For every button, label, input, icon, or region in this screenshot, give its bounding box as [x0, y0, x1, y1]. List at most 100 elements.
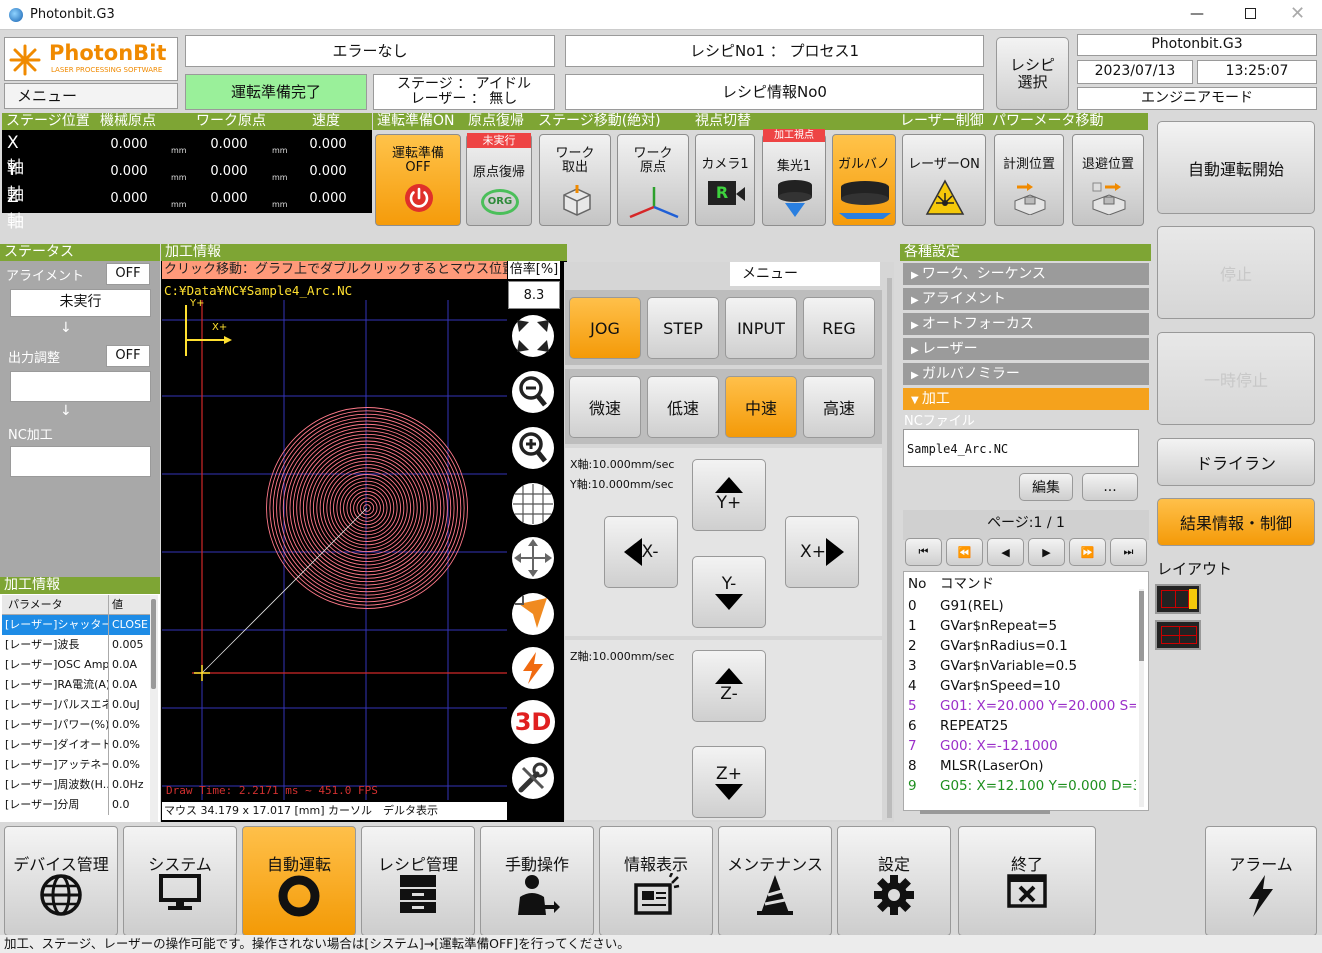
- maintenance-button[interactable]: メンテナンス: [718, 826, 832, 936]
- pointer-tool[interactable]: [509, 588, 557, 640]
- system-button[interactable]: システム: [123, 826, 237, 936]
- settings-button[interactable]: 設定: [837, 826, 951, 936]
- jog-z-minus-button[interactable]: Z-: [692, 650, 766, 722]
- table-row[interactable]: [レーザー]アッテネー(%)0.0%: [2, 755, 150, 775]
- dry-run-button[interactable]: ドライラン: [1157, 438, 1315, 486]
- zoom-input[interactable]: 8.3: [508, 281, 560, 309]
- 3d-view-tool[interactable]: 3D: [509, 696, 557, 748]
- laser-on-button[interactable]: レーザーON: [902, 134, 986, 226]
- ready-off-button[interactable]: 運転準備 OFF: [375, 134, 461, 226]
- table-row[interactable]: [レーザー]波長 0.005: [2, 635, 150, 655]
- table-row[interactable]: [レーザー]RA電流(A) 0.0A: [2, 675, 150, 695]
- jog-speed-button-1[interactable]: 低速: [647, 376, 719, 438]
- alignment-toggle[interactable]: OFF: [106, 263, 150, 285]
- zoom-in-tool[interactable]: [509, 422, 557, 474]
- table-row[interactable]: [レーザー]パワー(%) 0.0%: [2, 715, 150, 735]
- next-icon[interactable]: ▶: [1028, 538, 1065, 566]
- pan-tool[interactable]: [509, 532, 557, 584]
- edit-button[interactable]: 編集: [1019, 473, 1073, 501]
- auto-run-button[interactable]: 自動運転: [242, 826, 356, 936]
- table-row[interactable]: [レーザー]OSC Amp 0.0A: [2, 655, 150, 675]
- settings-item-2[interactable]: ▶ オートフォーカス: [903, 313, 1149, 335]
- next-fast-icon[interactable]: ⏩: [1069, 538, 1106, 566]
- flash-tool[interactable]: [509, 642, 557, 694]
- grid-tool[interactable]: [509, 478, 557, 530]
- jog-x-minus-button[interactable]: X-: [604, 516, 678, 588]
- jog-mode-input-button[interactable]: INPUT: [725, 297, 797, 359]
- exit-button[interactable]: 終了: [958, 826, 1096, 936]
- prev-fast-icon[interactable]: ⏪: [946, 538, 983, 566]
- focus-button[interactable]: 加工視点 集光1: [762, 129, 826, 226]
- jog-menu[interactable]: メニュー: [730, 262, 880, 286]
- toolpath-canvas[interactable]: X+ Y+: [162, 280, 507, 800]
- prev-icon[interactable]: ◀: [987, 538, 1024, 566]
- jog-speed-button-3[interactable]: 高速: [803, 376, 875, 438]
- list-item[interactable]: 0 G91(REL): [904, 596, 1136, 616]
- settings-item-4[interactable]: ▶ ガルバノミラー: [903, 363, 1149, 385]
- command-hscrollbar[interactable]: [920, 810, 1050, 814]
- list-item[interactable]: 9 G05: X=12.100 Y=0.000 D=36: [904, 776, 1136, 796]
- last-page-icon[interactable]: ⏭: [1110, 538, 1147, 566]
- jog-speed-button-0[interactable]: 微速: [569, 376, 641, 438]
- maximize-icon[interactable]: [1245, 8, 1256, 19]
- first-page-icon[interactable]: ⏮: [905, 538, 942, 566]
- list-item[interactable]: 7 G00: X=-12.1000: [904, 736, 1136, 756]
- galvo-button[interactable]: ガルバノ: [832, 134, 896, 226]
- list-item[interactable]: 3 GVar$nVariable=0.5: [904, 656, 1136, 676]
- table-row[interactable]: [レーザー]パルスエネル...0.0uJ: [2, 695, 150, 715]
- jog-mode-step-button[interactable]: STEP: [647, 297, 719, 359]
- table-row[interactable]: [レーザー]分周 0.0: [2, 795, 150, 815]
- jog-mode-jog-button[interactable]: JOG: [569, 297, 641, 359]
- jog-z-plus-button[interactable]: Z+: [692, 746, 766, 818]
- fit-expand-tool[interactable]: [509, 310, 557, 362]
- table-row[interactable]: [レーザー]シャッター CLOSE: [2, 615, 150, 635]
- result-control-button[interactable]: 結果情報・制御: [1157, 498, 1315, 546]
- minimize-icon[interactable]: —: [1190, 6, 1204, 22]
- nc-file-field[interactable]: Sample4_Arc.NC: [903, 429, 1139, 467]
- command-scrollbar[interactable]: [1139, 589, 1144, 807]
- pause-button[interactable]: 一時停止: [1157, 332, 1315, 425]
- settings-item-3[interactable]: ▶ レーザー: [903, 338, 1149, 360]
- list-item[interactable]: 8 MLSR(LaserOn): [904, 756, 1136, 776]
- table-row[interactable]: [レーザー]周波数(H... 0.0Hz: [2, 775, 150, 795]
- auto-start-button[interactable]: 自動運転開始: [1157, 121, 1315, 214]
- list-item[interactable]: 1 GVar$nRepeat=5: [904, 616, 1136, 636]
- device-management-button[interactable]: デバイス管理: [4, 826, 118, 936]
- list-item[interactable]: 5 G01: X=20.000 Y=20.000 S=1: [904, 696, 1136, 716]
- layout-2-icon[interactable]: [1155, 620, 1201, 650]
- settings-item-0[interactable]: ▶ ワーク、シーケンス: [903, 263, 1149, 285]
- jog-speed-button-2[interactable]: 中速: [725, 376, 797, 438]
- laser-status: レーザー ： 無し: [410, 91, 518, 107]
- close-icon[interactable]: ✕: [1290, 3, 1305, 24]
- alarm-button[interactable]: アラーム: [1205, 826, 1317, 936]
- jog-scrollbar[interactable]: [887, 278, 892, 818]
- browse-button[interactable]: ...: [1082, 473, 1138, 501]
- list-item[interactable]: 6 REPEAT25: [904, 716, 1136, 736]
- jog-mode-reg-button[interactable]: REG: [803, 297, 875, 359]
- measure-position-button[interactable]: 計測位置: [994, 134, 1064, 226]
- info-display-button[interactable]: 情報表示: [599, 826, 713, 936]
- menu-button[interactable]: メニュー: [4, 83, 178, 109]
- recipe-management-button[interactable]: レシピ管理: [361, 826, 475, 936]
- jog-x-plus-button[interactable]: X+: [785, 516, 859, 588]
- jog-y-minus-button[interactable]: Y-: [692, 556, 766, 628]
- manual-operation-button[interactable]: 手動操作: [480, 826, 594, 936]
- work-unload-button[interactable]: ワーク 取出: [539, 134, 611, 226]
- list-item[interactable]: 4 GVar$nSpeed=10: [904, 676, 1136, 696]
- settings-item-5[interactable]: ▼ 加工: [903, 388, 1149, 410]
- camera-button[interactable]: カメラ1 R: [695, 134, 755, 226]
- stop-button[interactable]: 停止: [1157, 226, 1315, 319]
- home-return-button[interactable]: 未実行 原点復帰 ORG: [466, 133, 532, 226]
- settings-item-1[interactable]: ▶ アライメント: [903, 288, 1149, 310]
- table-row[interactable]: [レーザー]ダイオード(%)0.0%: [2, 735, 150, 755]
- zoom-out-tool[interactable]: [509, 366, 557, 418]
- retreat-position-button[interactable]: 退避位置: [1072, 134, 1144, 226]
- work-origin-button[interactable]: ワーク 原点: [617, 134, 689, 226]
- layout-1-icon[interactable]: [1155, 584, 1201, 614]
- list-item[interactable]: 2 GVar$nRadius=0.1: [904, 636, 1136, 656]
- process-info-scrollbar[interactable]: [150, 595, 158, 822]
- recipe-select-button[interactable]: レシピ 選択: [996, 37, 1069, 110]
- settings-tool[interactable]: [509, 752, 557, 804]
- jog-y-plus-button[interactable]: Y+: [692, 459, 766, 531]
- output-toggle[interactable]: OFF: [106, 345, 150, 367]
